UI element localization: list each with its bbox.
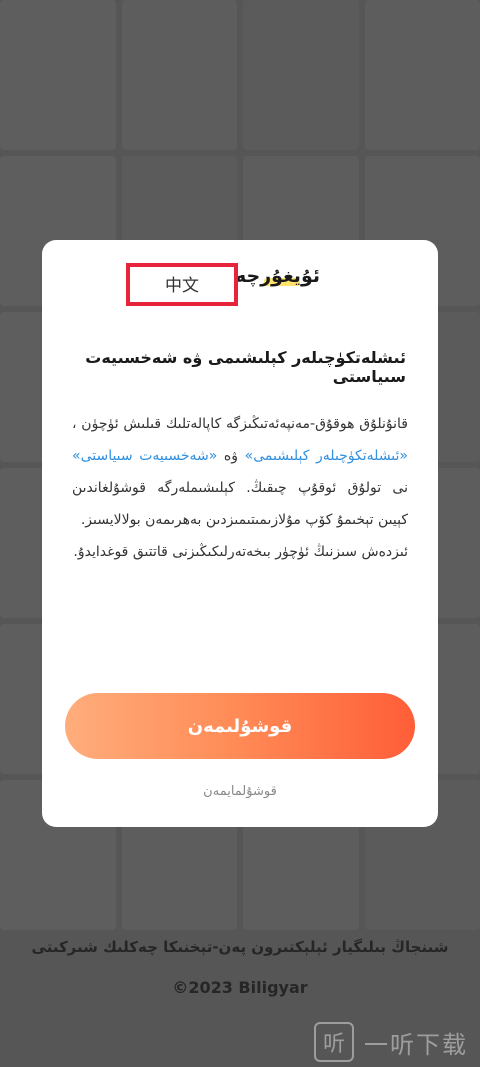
body-paragraph: قانۇنلۇق ھوقۇق-مەنپەئەتىڭىزگە كاپالەتلىك…	[72, 408, 408, 536]
dialog-title: ئۇيغۇرچە	[235, 265, 320, 287]
footer-company-name: شىنجاڭ بىلىگيار ئېلېكتىرون پەن-تېخنىكا چ…	[31, 938, 449, 956]
decline-button[interactable]: قوشۇلمايمەن	[42, 784, 438, 799]
privacy-policy-link[interactable]: «شەخسىيەت سىياستى»	[72, 448, 217, 464]
body-after-text: نى تولۇق ئوقۇپ چىقىڭ. كېلىشىملەرگە قوشۇل…	[72, 480, 408, 528]
watermark: 听 一听下载	[314, 1020, 474, 1064]
dialog-subtitle: ئىشلەتكۈچىلەر كېلىشىمى ۋە شەخسىيەت سىياس…	[85, 348, 406, 386]
body-second-paragraph: ئىزدەش سىزنىڭ ئۈچۈر بىخەتەرلىكىڭىزنى قات…	[73, 544, 408, 560]
dialog-body: قانۇنلۇق ھوقۇق-مەنپەئەتىڭىزگە كاپالەتلىك…	[72, 408, 408, 568]
watermark-logo-icon: 听	[314, 1022, 354, 1062]
privacy-consent-dialog: ئۇيغۇرچە 中文 ئىشلەتكۈچىلەر كېلىشىمى ۋە شە…	[42, 240, 438, 827]
user-agreement-link[interactable]: «ئىشلەتكۈچىلەر كېلىشىمى»	[245, 448, 408, 464]
watermark-text: 一听下载	[364, 1030, 468, 1059]
body-and-text: ۋە	[217, 448, 245, 464]
body-intro-text: قانۇنلۇق ھوقۇق-مەنپەئەتىڭىزگە كاپالەتلىك…	[72, 416, 408, 432]
agree-button[interactable]: قوشۇلىمەن	[65, 693, 415, 759]
footer-copyright: ©2023 Biligyar	[172, 978, 308, 997]
language-switch-button[interactable]: 中文	[126, 263, 238, 306]
